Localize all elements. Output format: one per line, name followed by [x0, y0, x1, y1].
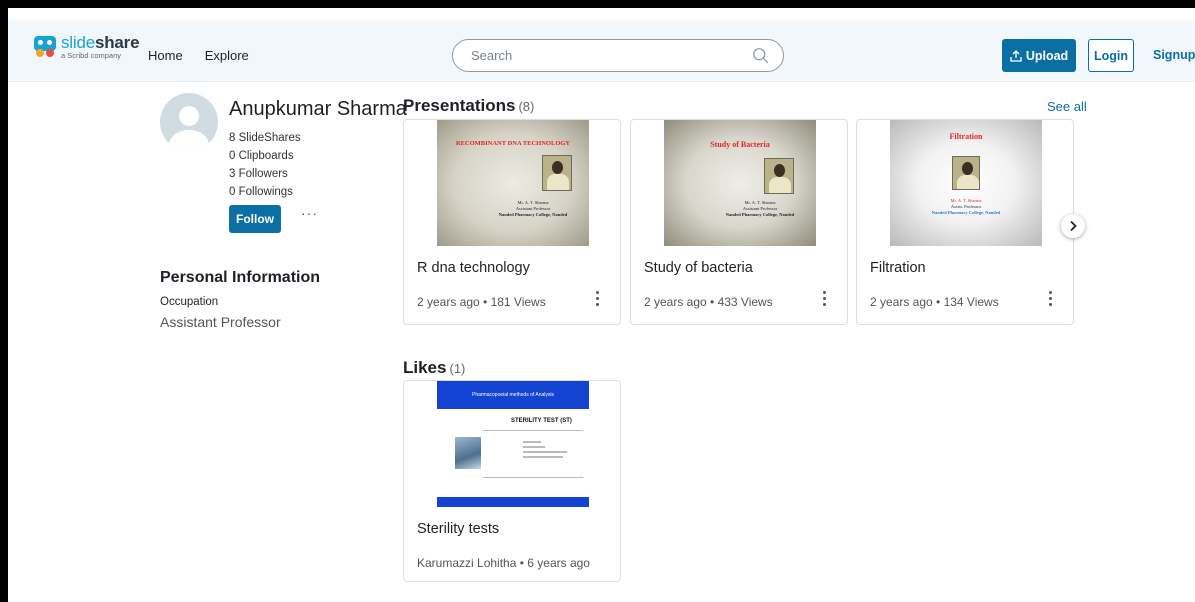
author-photo	[952, 156, 980, 190]
thumb-heading: Study of Bacteria	[710, 140, 770, 149]
search-icon[interactable]	[752, 47, 769, 64]
presentation-title[interactable]: Filtration	[870, 260, 926, 276]
user-avatar-icon	[160, 93, 218, 151]
main-nav: Home Explore	[148, 48, 249, 63]
top-navigation-bar: slideshare a Scribd company Home Explore…	[8, 20, 1195, 82]
presentation-meta: Karumazzi Lohitha • 6 years ago	[417, 556, 590, 570]
thumb-college: Nanded Pharmacy College, Nanded	[725, 212, 795, 217]
upload-button-label: Upload	[1025, 48, 1069, 63]
thumb-college: Nanded Pharmacy College, Nanded	[931, 210, 1001, 215]
lab-photo	[455, 437, 481, 469]
presentations-heading: Presentations (8)	[403, 96, 534, 116]
profile-name: Anupkumar Sharma	[229, 98, 407, 120]
presentation-thumbnail[interactable]: Study of Bacteria Mr. A. T. Sharma Assis…	[664, 120, 816, 246]
presentation-card[interactable]: RECOMBINANT DNA TECHNOLOGY Mr. A. T. Sha…	[403, 119, 621, 325]
thumb-heading: Filtration	[949, 132, 983, 141]
presentations-count: (8)	[518, 99, 535, 114]
author-photo	[542, 155, 572, 191]
thumb-heading: RECOMBINANT DNA TECHNOLOGY	[455, 140, 571, 147]
profile-stats: 8 SlideShares 0 Clipboards 3 Followers 0…	[229, 129, 301, 201]
presentation-title[interactable]: Study of bacteria	[644, 260, 753, 276]
logo-tagline: a Scribd company	[61, 51, 122, 60]
logo-brand-bold: share	[94, 33, 140, 52]
presentation-meta: 2 years ago • 134 Views	[870, 295, 999, 309]
stat-followings[interactable]: 0 Followings	[229, 183, 301, 201]
presentation-title[interactable]: Sterility tests	[417, 521, 499, 537]
personal-information-heading: Personal Information	[160, 269, 321, 286]
presentation-thumbnail[interactable]: Filtration Mr. A. T. Sharma Assist. Prof…	[890, 120, 1042, 246]
kebab-menu-icon[interactable]	[1049, 291, 1053, 307]
logo-brand-light: slide	[61, 33, 95, 52]
search-box[interactable]	[452, 39, 784, 72]
presentation-title[interactable]: R dna technology	[417, 260, 530, 276]
presentation-card[interactable]: Study of Bacteria Mr. A. T. Sharma Assis…	[630, 119, 848, 325]
nav-explore-link[interactable]: Explore	[205, 48, 249, 63]
likes-heading: Likes (1)	[403, 358, 465, 378]
kebab-menu-icon[interactable]	[823, 291, 827, 307]
presentation-meta: 2 years ago • 433 Views	[644, 295, 773, 309]
thumb-banner: Pharmacopoeial methods of Analysis	[472, 392, 554, 398]
presentation-thumbnail[interactable]: Pharmacopoeial methods of Analysis STERI…	[437, 381, 589, 507]
follow-button[interactable]: Follow	[229, 205, 281, 233]
occupation-value: Assistant Professor	[160, 314, 281, 330]
stat-slideshares[interactable]: 8 SlideShares	[229, 129, 301, 147]
search-input[interactable]	[471, 48, 741, 63]
more-options-button[interactable]: ···	[301, 205, 318, 221]
slideshare-logo[interactable]: slideshare a Scribd company	[34, 33, 140, 60]
upload-button[interactable]: Upload	[1002, 39, 1076, 72]
stat-clipboards[interactable]: 0 Clipboards	[229, 147, 301, 165]
thumb-heading: STERILITY TEST (ST)	[511, 418, 572, 424]
likes-count: (1)	[449, 361, 466, 376]
login-button[interactable]: Login	[1088, 39, 1134, 72]
presentation-meta: 2 years ago • 181 Views	[417, 295, 546, 309]
presentation-thumbnail[interactable]: RECOMBINANT DNA TECHNOLOGY Mr. A. T. Sha…	[437, 120, 589, 246]
presentation-card[interactable]: Filtration Mr. A. T. Sharma Assist. Prof…	[856, 119, 1074, 325]
page: slideshare a Scribd company Home Explore…	[8, 8, 1195, 602]
stat-followers[interactable]: 3 Followers	[229, 165, 301, 183]
presentations-title: Presentations	[403, 96, 516, 115]
chevron-right-icon	[1070, 220, 1077, 232]
slideshare-logo-icon	[34, 35, 56, 58]
author-photo	[764, 158, 794, 194]
thumb-college: Nanded Pharmacy College, Nanded	[498, 212, 568, 217]
kebab-menu-icon[interactable]	[596, 291, 600, 307]
occupation-label: Occupation	[160, 296, 219, 308]
carousel-next-button[interactable]	[1061, 214, 1085, 238]
nav-home-link[interactable]: Home	[148, 48, 183, 63]
upload-icon	[1010, 49, 1022, 62]
see-all-link[interactable]: See all	[1047, 99, 1087, 114]
likes-title: Likes	[403, 358, 447, 377]
liked-presentation-card[interactable]: Pharmacopoeial methods of Analysis STERI…	[403, 380, 621, 582]
signup-link[interactable]: Signup	[1153, 48, 1195, 62]
